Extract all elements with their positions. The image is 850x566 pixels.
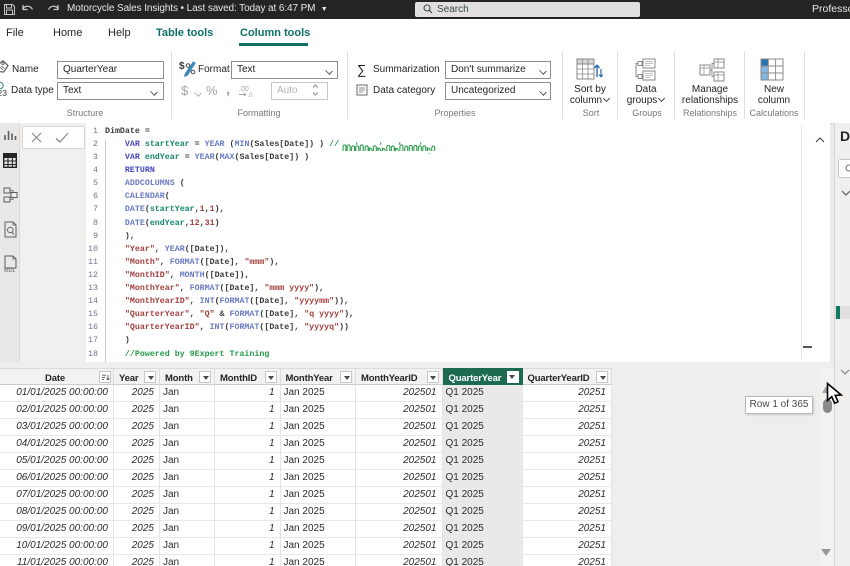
svg-text:MDL: MDL	[4, 268, 16, 273]
svg-text:.00: .00	[239, 86, 249, 93]
svg-text:23: 23	[0, 88, 7, 97]
svg-text:$: $	[179, 61, 185, 72]
svg-text:.0: .0	[248, 93, 254, 98]
